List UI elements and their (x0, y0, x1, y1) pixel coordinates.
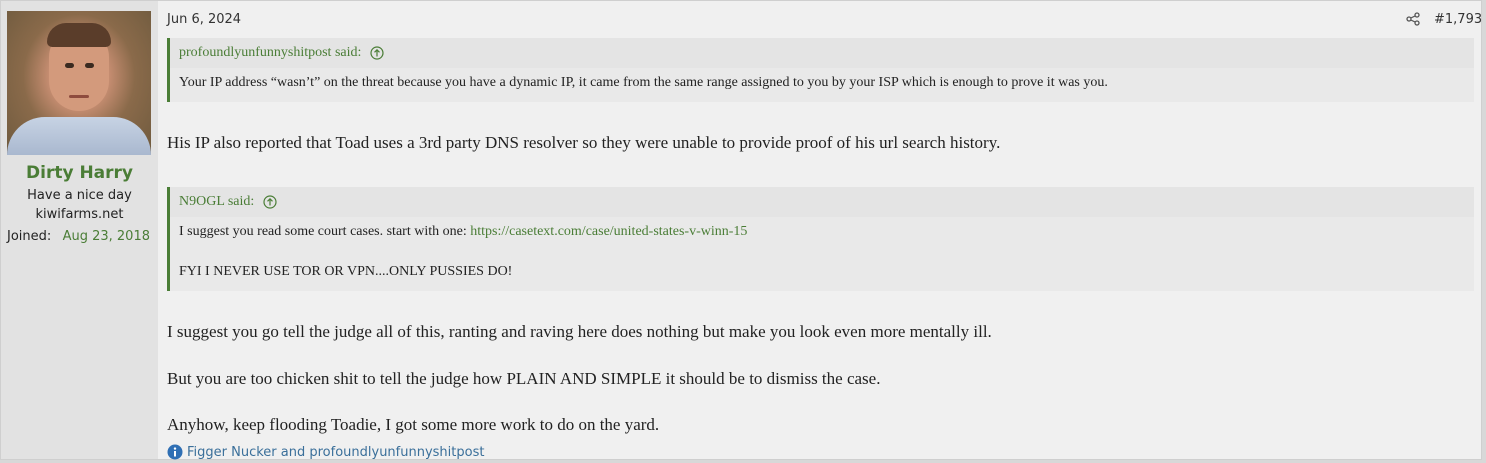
user-info-panel: Dirty Harry Have a nice day kiwifarms.ne… (1, 1, 158, 459)
post-paragraph: Anyhow, keep flooding Toadie, I got some… (167, 415, 660, 434)
username[interactable]: Dirty Harry (1, 163, 158, 183)
reactions-list[interactable]: Figger Nucker and profoundlyunfunnyshitp… (187, 445, 484, 460)
arrow-up-circle-icon[interactable] (263, 195, 277, 209)
user-title: Have a nice day (27, 188, 132, 203)
quote-block: profoundlyunfunnyshitpost said: Your IP … (167, 38, 1474, 102)
quote-author[interactable]: profoundlyunfunnyshitpost said: (179, 45, 361, 60)
arrow-up-circle-icon[interactable] (370, 46, 384, 60)
joined-label: Joined: (7, 229, 52, 244)
quote-header: profoundlyunfunnyshitpost said: (170, 38, 1474, 68)
reactions-bar[interactable]: Figger Nucker and profoundlyunfunnyshitp… (167, 444, 484, 460)
post-paragraph: His IP also reported that Toad uses a 3r… (167, 133, 1001, 152)
case-link[interactable]: https://casetext.com/case/united-states-… (470, 224, 747, 239)
quote-text-prefix: I suggest you read some court cases. sta… (179, 224, 471, 239)
quote-block: N9OGL said: I suggest you read some cour… (167, 187, 1474, 291)
share-icon[interactable] (1406, 12, 1420, 26)
quote-body: I suggest you read some court cases. sta… (170, 217, 1474, 291)
quote-body: Your IP address “wasn’t” on the threat b… (170, 68, 1474, 102)
quote-text: Your IP address “wasn’t” on the threat b… (179, 75, 1108, 90)
post-paragraph: I suggest you go tell the judge all of t… (167, 322, 992, 341)
info-icon (167, 444, 183, 460)
quote-text: FYI I NEVER USE TOR OR VPN....ONLY PUSSI… (179, 264, 513, 279)
user-site: kiwifarms.net (35, 207, 124, 222)
quote-author[interactable]: N9OGL said: (179, 194, 254, 209)
quote-header: N9OGL said: (170, 187, 1474, 217)
quote-text: I suggest you read some court cases. sta… (179, 224, 747, 240)
forum-post: Dirty Harry Have a nice day kiwifarms.ne… (0, 0, 1482, 460)
post-number[interactable]: #1,793 (1434, 12, 1482, 27)
post-date[interactable]: Jun 6, 2024 (167, 12, 241, 27)
joined-date: Aug 23, 2018 (62, 229, 150, 244)
avatar[interactable] (7, 11, 151, 155)
post-paragraph: But you are too chicken shit to tell the… (167, 369, 881, 388)
